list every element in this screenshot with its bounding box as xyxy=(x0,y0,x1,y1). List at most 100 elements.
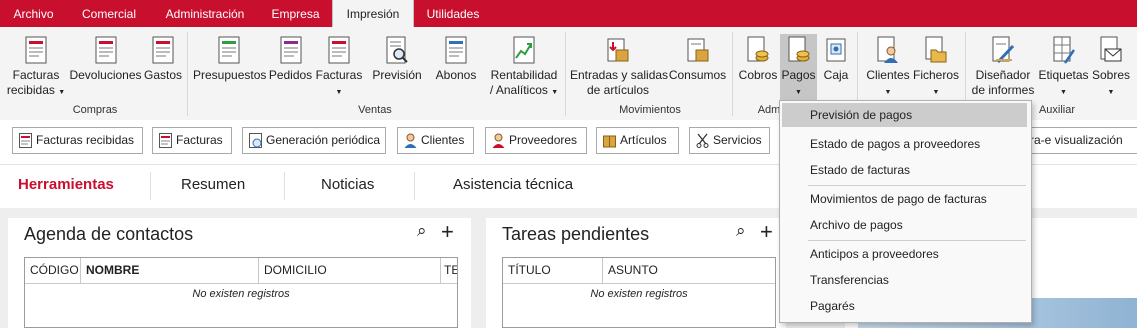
etiquetas-button[interactable]: Etiquetas ▼ xyxy=(1037,34,1090,100)
entradas-salidas-button[interactable]: Entradas y salidas de artículos xyxy=(570,34,669,100)
tab-asistencia-tecnica[interactable]: Asistencia técnica xyxy=(453,176,573,193)
menu-tab-comercial[interactable]: Comercial xyxy=(67,0,151,27)
chevron-down-icon: ▼ xyxy=(884,89,892,96)
clientes-button[interactable]: Clientes ▼ xyxy=(863,34,913,100)
document-search-icon xyxy=(386,36,408,64)
menu-tab-impresion[interactable]: Impresión xyxy=(332,0,414,27)
tareas-title: Tareas pendientes xyxy=(502,224,650,244)
menu-item-estado-facturas[interactable]: Estado de facturas xyxy=(810,163,910,177)
document-red-icon xyxy=(25,36,47,64)
pagos-label: Pagos xyxy=(781,68,816,82)
prevision-button[interactable]: Previsión xyxy=(372,34,422,100)
abonos-label: Abonos xyxy=(435,68,477,82)
document-green-icon xyxy=(218,36,240,64)
group-label-auxiliar: Auxiliar xyxy=(1038,104,1076,116)
header-divider xyxy=(25,283,457,284)
folder-document-icon xyxy=(925,36,947,63)
menu-item-archivo-pagos[interactable]: Archivo de pagos xyxy=(810,218,903,232)
devoluciones-label: Devoluciones xyxy=(69,68,142,82)
tareas-table: TÍTULO ASUNTO No existen registros xyxy=(502,257,776,328)
add-icon[interactable]: + xyxy=(760,221,773,243)
facturas-recibidas-button[interactable]: Facturas recibidas ▼ xyxy=(6,34,66,100)
menu-item-estado-pagos-proveedores[interactable]: Estado de pagos a proveedores xyxy=(810,137,980,151)
add-icon[interactable]: + xyxy=(441,221,454,243)
shortcut-servicios[interactable]: Servicios xyxy=(689,127,770,154)
menu-tab-archivo[interactable]: Archivo xyxy=(0,0,67,27)
abonos-button[interactable]: Abonos xyxy=(433,34,479,100)
pagos-dropdown-menu: Previsión de pagos Estado de pagos a pro… xyxy=(779,100,1032,323)
menu-item-transferencias[interactable]: Transferencias xyxy=(810,273,889,287)
box-document-icon xyxy=(687,38,708,62)
sobres-button[interactable]: Sobres ▼ xyxy=(1091,34,1131,100)
menu-tab-utilidades[interactable]: Utilidades xyxy=(412,0,494,27)
envelope-icon xyxy=(1100,36,1122,62)
search-icon[interactable]: ⌕ xyxy=(417,221,427,241)
facturas-button[interactable]: Facturas ▼ xyxy=(315,34,363,100)
shortcut-facturas-recibidas[interactable]: Facturas recibidas xyxy=(12,127,143,154)
column-header-nombre[interactable]: NOMBRE xyxy=(81,258,259,283)
box-icon xyxy=(603,135,616,148)
menu-tab-empresa[interactable]: Empresa xyxy=(259,0,332,27)
presupuestos-button[interactable]: Presupuestos xyxy=(193,34,266,100)
menu-item-anticipos-proveedores[interactable]: Anticipos a proveedores xyxy=(810,247,939,261)
menu-separator xyxy=(808,185,1026,186)
menu-item-movimientos-pago-facturas[interactable]: Movimientos de pago de facturas xyxy=(810,192,987,206)
menu-item-prevision-pagos[interactable]: Previsión de pagos xyxy=(782,103,1027,127)
shortcut-label: Proveedores xyxy=(509,133,578,147)
document-red-icon xyxy=(19,133,32,148)
cobros-label: Cobros xyxy=(738,68,778,82)
chevron-down-icon: ▼ xyxy=(1060,89,1067,96)
shortcut-clientes[interactable]: Clientes xyxy=(397,127,474,154)
disenador-label-2: de informes xyxy=(971,83,1035,97)
shortcut-proveedores[interactable]: Proveedores xyxy=(485,127,587,154)
chevron-down-icon: ▼ xyxy=(932,89,940,96)
ficheros-button[interactable]: Ficheros ▼ xyxy=(913,34,959,100)
facturas-recibidas-label-2: recibidas xyxy=(6,83,55,97)
column-header-titulo[interactable]: TÍTULO xyxy=(503,258,603,283)
shortcut-label: Artículos xyxy=(620,133,667,147)
menu-separator xyxy=(808,240,1026,241)
shortcut-generacion-periodica[interactable]: Generación periódica xyxy=(242,127,386,154)
ficheros-label: Ficheros xyxy=(913,68,960,82)
column-header-codigo[interactable]: CÓDIGO xyxy=(25,258,81,283)
document-red-icon xyxy=(159,133,172,148)
tab-noticias[interactable]: Noticias xyxy=(321,176,374,193)
pagos-button[interactable]: Pagos ▼ xyxy=(780,34,817,100)
column-header-asunto[interactable]: ASUNTO xyxy=(603,258,775,283)
labels-icon xyxy=(1053,36,1075,64)
consumos-button[interactable]: Consumos xyxy=(668,34,727,100)
chart-document-icon xyxy=(513,36,535,64)
cobros-button[interactable]: Cobros xyxy=(737,34,779,100)
disenador-informes-button[interactable]: Diseñador de informes xyxy=(970,34,1036,100)
devoluciones-button[interactable]: Devoluciones xyxy=(69,34,142,100)
shortcut-label: Servicios xyxy=(713,133,762,147)
shortcut-label: Generación periódica xyxy=(266,133,381,147)
shortcut-articulos[interactable]: Artículos xyxy=(596,127,679,154)
tab-herramientas[interactable]: Herramientas xyxy=(18,176,114,193)
tab-divider xyxy=(414,172,415,200)
menu-tab-administracion[interactable]: Administración xyxy=(151,0,259,27)
scissors-icon xyxy=(696,133,709,148)
document-blue-icon xyxy=(445,36,467,64)
sobres-label: Sobres xyxy=(1091,68,1131,82)
entradas-label-1: Entradas y salidas xyxy=(570,68,669,82)
empty-message: No existen registros xyxy=(192,288,290,300)
stock-movement-icon xyxy=(607,38,629,62)
group-divider xyxy=(565,32,566,116)
column-header-domicilio[interactable]: DOMICILIO xyxy=(259,258,441,283)
tab-resumen[interactable]: Resumen xyxy=(181,176,245,193)
search-icon[interactable]: ⌕ xyxy=(736,221,746,241)
cash-register-icon xyxy=(826,38,846,62)
group-divider xyxy=(732,32,733,116)
consumos-label: Consumos xyxy=(668,68,727,82)
gastos-button[interactable]: Gastos xyxy=(143,34,183,100)
caja-button[interactable]: Caja xyxy=(821,34,851,100)
pedidos-button[interactable]: Pedidos xyxy=(268,34,313,100)
shortcut-facturas[interactable]: Facturas xyxy=(152,127,232,154)
rentabilidad-button[interactable]: Rentabilidad / Analíticos ▼ xyxy=(488,34,560,100)
menu-item-pagares[interactable]: Pagarés xyxy=(810,299,855,313)
group-label-movimientos: Movimientos xyxy=(619,104,681,116)
facturas-label: Facturas xyxy=(315,68,363,82)
column-header-telefono[interactable]: TE xyxy=(441,258,457,283)
recurring-document-icon xyxy=(249,133,262,148)
